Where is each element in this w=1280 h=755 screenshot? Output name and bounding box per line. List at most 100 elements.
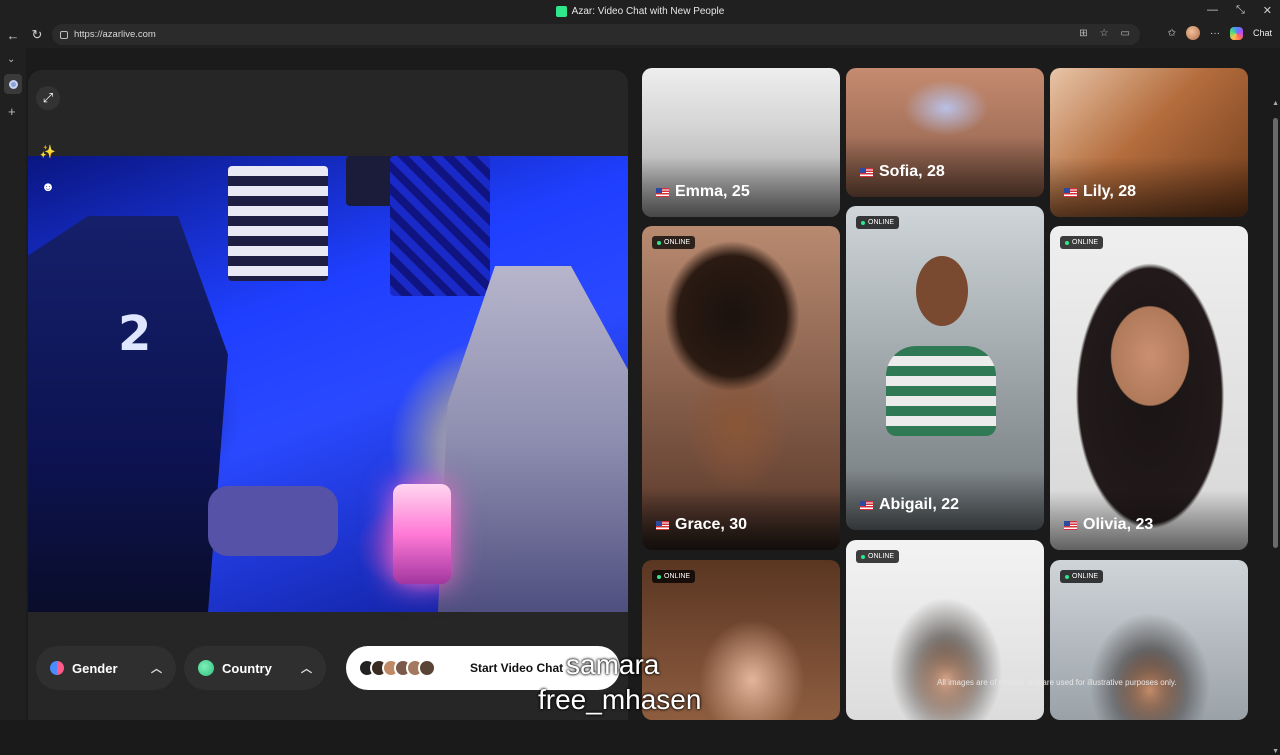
- gender-label: Gender: [72, 660, 118, 676]
- scroll-up-icon[interactable]: ▲: [1272, 100, 1279, 107]
- more-menu-icon[interactable]: ···: [1210, 28, 1220, 39]
- us-flag-icon: [860, 167, 873, 177]
- copilot-icon[interactable]: [1229, 26, 1243, 40]
- pillow: [208, 486, 338, 556]
- expand-icon[interactable]: ⤢: [36, 86, 60, 110]
- online-badge-text: ONLINE: [664, 573, 691, 580]
- profile-card[interactable]: ONLINE Abigail, 22: [846, 206, 1044, 530]
- site-info-icon[interactable]: [60, 30, 68, 39]
- gender-filter-button[interactable]: Gender ︿: [36, 646, 176, 690]
- page-scrollbar[interactable]: [1273, 118, 1278, 548]
- us-flag-icon: [1064, 187, 1077, 197]
- online-dot-icon: [657, 574, 661, 579]
- back-icon[interactable]: ←: [2, 24, 24, 46]
- online-badge: ONLINE: [652, 236, 696, 249]
- tab-favicon-icon: [8, 79, 18, 89]
- online-dot-icon: [861, 554, 865, 559]
- online-badge: ONLINE: [856, 216, 900, 229]
- chevron-up-icon: ︿: [151, 663, 162, 675]
- person-left: [28, 216, 228, 612]
- profile-photo: [846, 540, 1044, 720]
- online-badge-text: ONLINE: [664, 239, 691, 246]
- refresh-icon[interactable]: ↻: [26, 24, 48, 46]
- profile-name-text: Emma, 25: [675, 183, 750, 200]
- person-right: [438, 266, 628, 612]
- profile-avatar[interactable]: [1185, 26, 1200, 40]
- online-badge-text: ONLINE: [868, 219, 895, 226]
- active-tab[interactable]: [4, 74, 22, 94]
- azar-favicon-icon: [555, 5, 567, 17]
- close-icon[interactable]: ✕: [1263, 4, 1272, 17]
- wall-shirt: [346, 156, 396, 206]
- us-flag-icon: [656, 187, 669, 197]
- online-badge: ONLINE: [652, 570, 696, 583]
- restore-icon[interactable]: ⤡: [1236, 4, 1245, 17]
- profile-photo-body: [886, 346, 996, 436]
- us-flag-icon: [656, 520, 669, 530]
- chat-button[interactable]: Chat: [1253, 28, 1272, 38]
- window-controls: — ⤡ ✕: [1207, 4, 1272, 17]
- profile-photo: [1050, 560, 1248, 720]
- video-feed: 2: [28, 156, 628, 612]
- address-bar-actions: ⊞ ☆ ▭: [1079, 28, 1130, 39]
- globe-icon: [198, 660, 214, 676]
- minimize-icon[interactable]: —: [1207, 4, 1218, 17]
- online-badge: ONLINE: [1060, 570, 1104, 583]
- disclaimer-text: All images are of models and are used fo…: [937, 678, 1177, 687]
- profile-card[interactable]: ONLINE: [846, 540, 1044, 720]
- profile-name: Lily, 28: [1064, 183, 1136, 201]
- favorites-icon[interactable]: ✩: [1168, 28, 1176, 39]
- magic-wand-icon[interactable]: ✨: [36, 140, 60, 164]
- profile-grid: Emma, 25 Sofia, 28 Lily, 28 ONLINE Grace…: [642, 68, 1250, 720]
- online-dot-icon: [861, 220, 865, 225]
- chevron-up-icon: ︿: [301, 663, 312, 675]
- page-content: 2 ⤢ ✨ ☻ Gender ︿ Country ︿ Start Video C…: [26, 48, 1280, 755]
- online-badge-text: ONLINE: [868, 553, 895, 560]
- country-filter-button[interactable]: Country ︿: [184, 646, 326, 690]
- toolbar-right: ✩ ··· Chat: [1168, 26, 1272, 40]
- profile-name: Olivia, 23: [1064, 516, 1153, 534]
- online-badge: ONLINE: [1060, 236, 1104, 249]
- online-dot-icon: [657, 240, 661, 245]
- online-badge: ONLINE: [856, 550, 900, 563]
- scroll-down-icon[interactable]: ▼: [1272, 748, 1279, 755]
- online-badge-text: ONLINE: [1072, 239, 1099, 246]
- face-effects-icon[interactable]: ☻: [36, 174, 60, 198]
- profile-card[interactable]: Lily, 28: [1050, 68, 1248, 217]
- profile-name: Sofia, 28: [860, 163, 945, 181]
- microphone-light: [393, 484, 451, 584]
- stream-overlay-text: samara: [566, 649, 660, 680]
- online-dot-icon: [1065, 574, 1069, 579]
- video-icon[interactable]: ▭: [1121, 28, 1130, 39]
- window-title: Azar: Video Chat with New People: [571, 5, 725, 17]
- profile-photo-head: [916, 256, 968, 326]
- profile-card[interactable]: Sofia, 28: [846, 68, 1044, 197]
- jersey-number: 2: [118, 306, 152, 362]
- profile-name-text: Lily, 28: [1083, 183, 1137, 200]
- profile-name: Abigail, 22: [860, 496, 959, 514]
- browser-titlebar: Azar: Video Chat with New People — ⤡ ✕: [0, 0, 1280, 22]
- profile-name-text: Abigail, 22: [879, 496, 960, 513]
- us-flag-icon: [1064, 520, 1077, 530]
- app-available-icon[interactable]: ⊞: [1079, 28, 1087, 39]
- profile-card[interactable]: Emma, 25: [642, 68, 840, 217]
- address-bar[interactable]: https://azarlive.com: [52, 24, 1140, 45]
- favorite-star-icon[interactable]: ☆: [1100, 28, 1109, 39]
- chevron-down-icon[interactable]: ⌄: [7, 54, 15, 65]
- avatar: [418, 659, 436, 677]
- profile-name-text: Grace, 30: [675, 516, 748, 533]
- url-text: https://azarlive.com: [74, 29, 156, 40]
- new-tab-icon[interactable]: +: [8, 104, 16, 119]
- profile-card[interactable]: ONLINE Grace, 30: [642, 226, 840, 550]
- profile-card[interactable]: ONLINE Olivia, 23: [1050, 226, 1248, 550]
- profile-name-text: Sofia, 28: [879, 163, 945, 180]
- profile-name: Grace, 30: [656, 516, 747, 534]
- us-flag-icon: [860, 500, 873, 510]
- vertical-tab-strip: ⌄ +: [0, 48, 26, 720]
- wall-shirt: [390, 156, 490, 296]
- profile-card[interactable]: ONLINE: [1050, 560, 1248, 720]
- start-video-chat-label: Start Video Chat: [470, 661, 564, 675]
- wall-shirt: [228, 166, 328, 281]
- stream-overlay-text: free_mhasen: [538, 684, 702, 715]
- video-panel: 2 ⤢ ✨ ☻ Gender ︿ Country ︿ Start Video C…: [28, 70, 628, 720]
